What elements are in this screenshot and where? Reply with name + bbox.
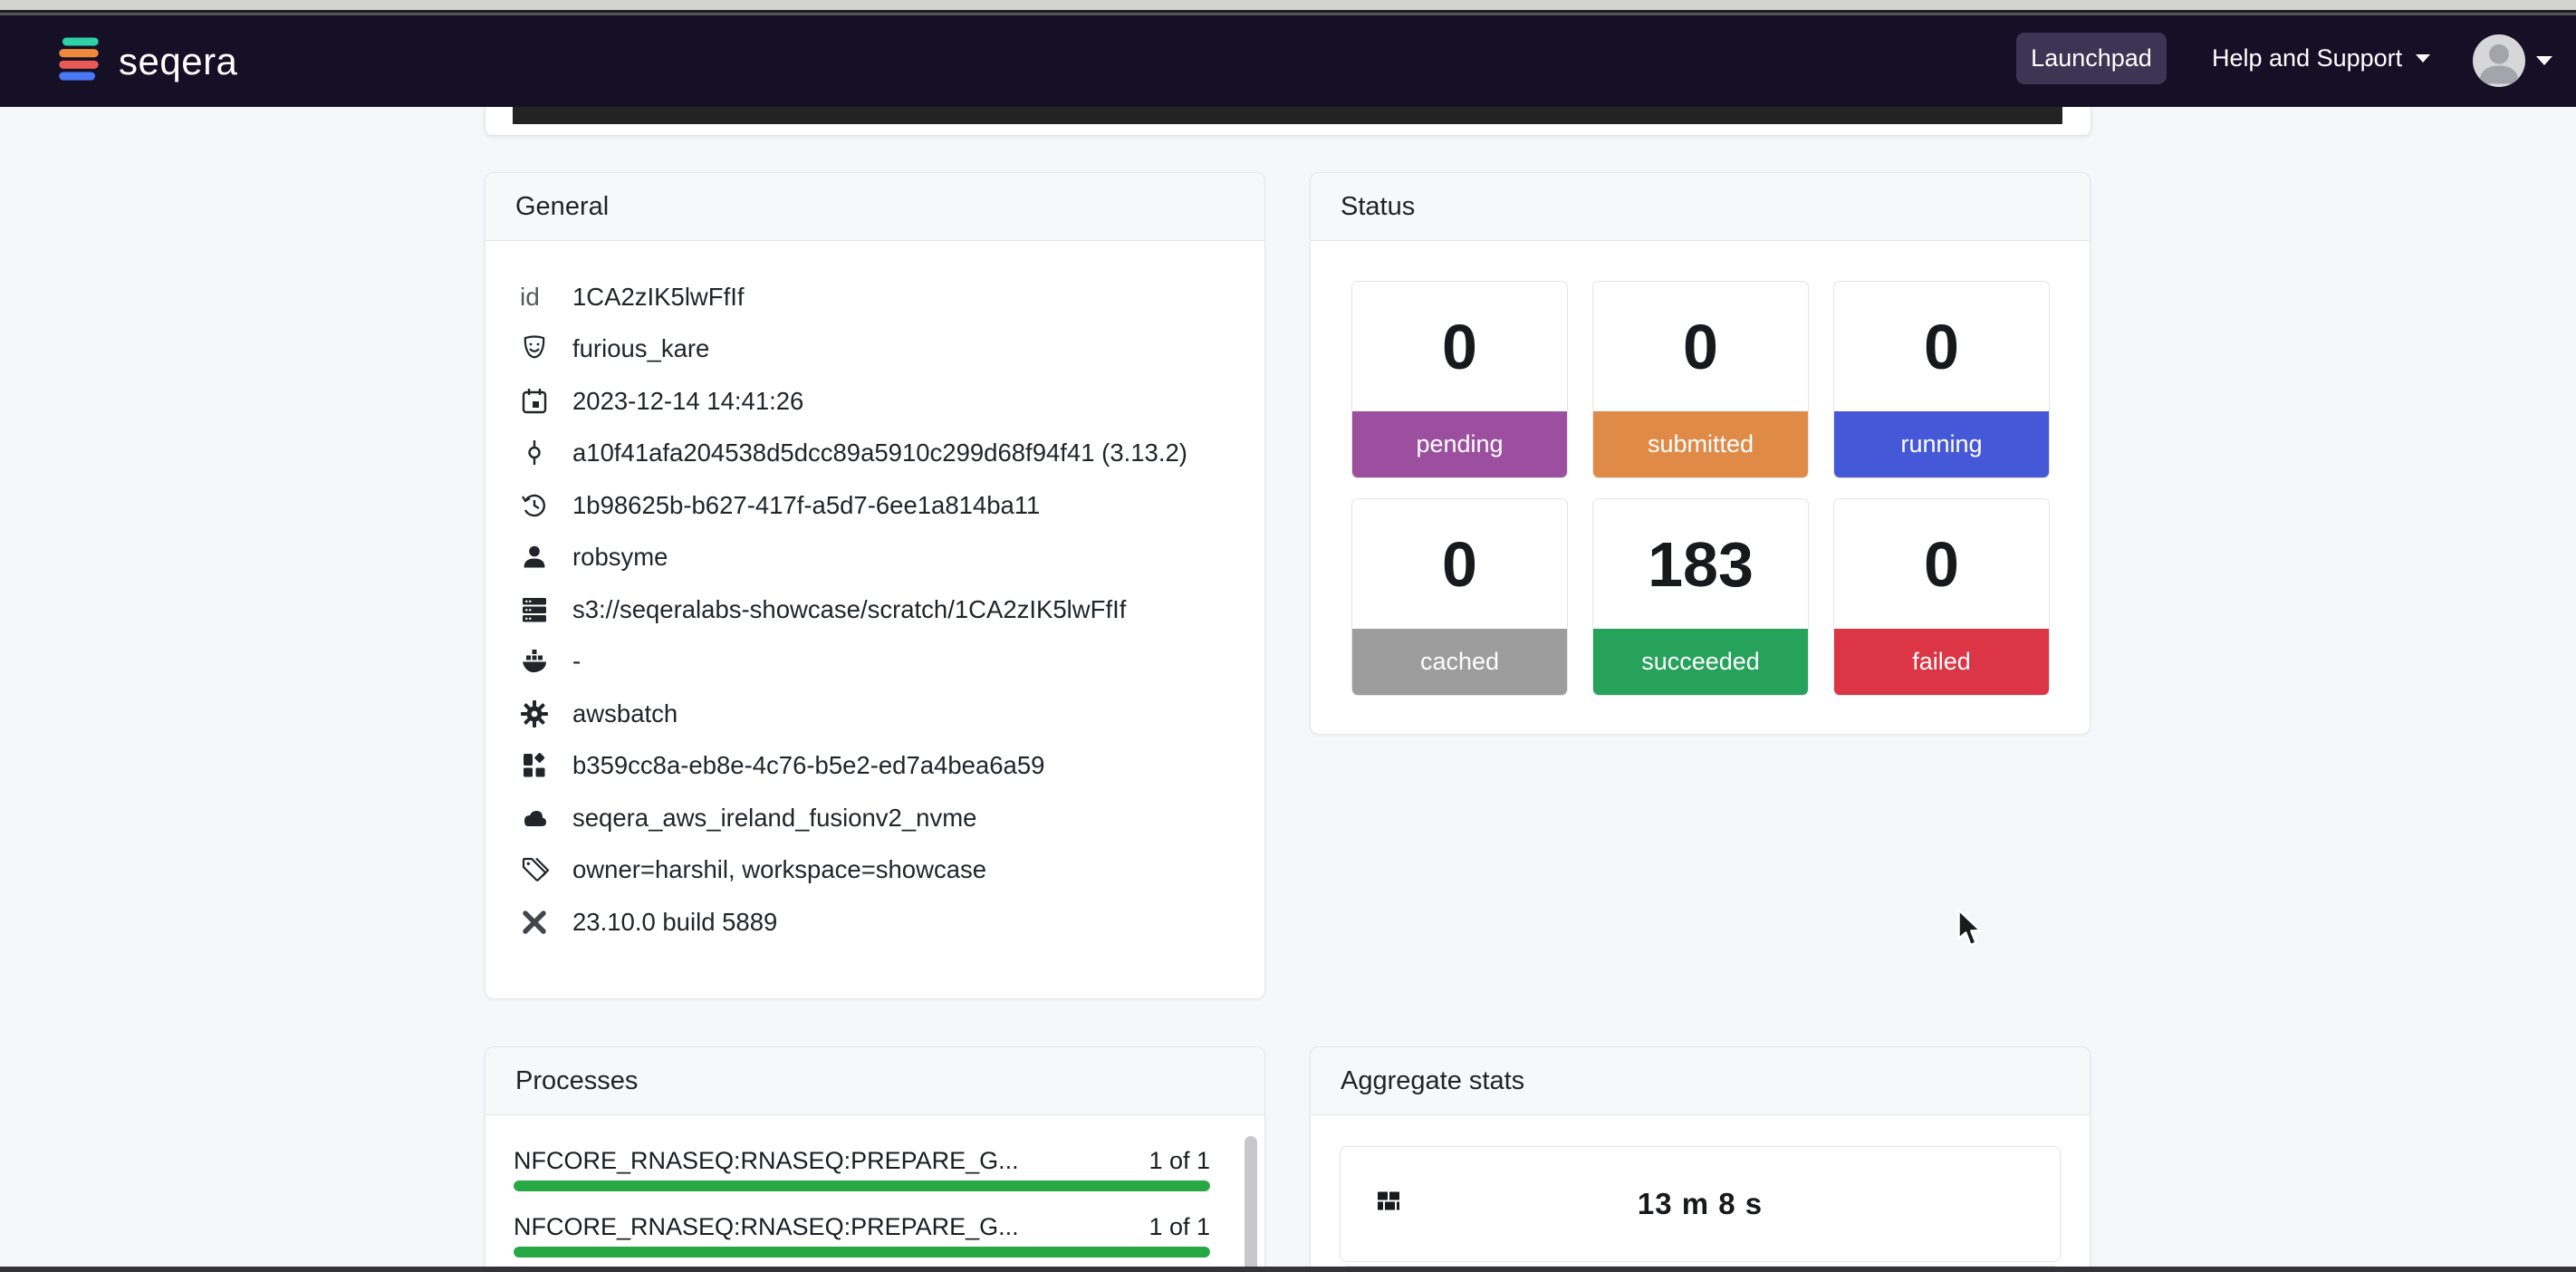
user-icon	[520, 543, 549, 572]
general-row-workdir: s3://seqeralabs-showcase/scratch/1CA2zIK…	[520, 583, 1237, 636]
avatar	[2473, 34, 2525, 87]
status-label: submitted	[1593, 411, 1808, 477]
id-label: id	[520, 283, 549, 312]
status-card-running: 0 running	[1833, 281, 2050, 478]
git-commit-icon	[520, 438, 549, 467]
nextflow-icon	[520, 908, 549, 937]
general-row-labels: owner=harshil, workspace=showcase	[520, 844, 1237, 897]
processes-panel: Processes NFCORE_RNASEQ:RNASEQ:PREPARE_G…	[485, 1046, 1265, 1272]
status-panel: Status 0 pending 0 submitted 0 running 0…	[1310, 172, 2091, 735]
run-name-value: furious_kare	[572, 334, 709, 363]
workdir-value: s3://seqeralabs-showcase/scratch/1CA2zIK…	[572, 595, 1126, 624]
tags-icon	[520, 855, 549, 884]
status-count: 0	[1352, 499, 1567, 629]
walltime-stat-card: 13 m 8 s	[1340, 1146, 2061, 1262]
window-edge-strip	[0, 0, 2576, 10]
status-label: pending	[1352, 411, 1567, 477]
process-item: NFCORE_RNASEQ:RNASEQ:PREPARE_G... 1 of 1	[514, 1147, 1210, 1191]
general-row-session: 1b98625b-b627-417f-a5d7-6ee1a814ba11	[520, 479, 1237, 532]
status-count: 0	[1834, 499, 2049, 629]
status-label: cached	[1352, 629, 1567, 695]
status-card-pending: 0 pending	[1351, 281, 1568, 478]
top-navbar: seqera Launchpad Help and Support	[0, 15, 2576, 107]
container-value: -	[572, 647, 581, 676]
labels-value: owner=harshil, workspace=showcase	[572, 855, 986, 884]
launchpad-button[interactable]: Launchpad	[2016, 33, 2167, 84]
user-silhouette-icon	[2473, 34, 2525, 87]
general-row-container: -	[520, 636, 1237, 689]
process-progress-fill	[514, 1247, 1210, 1258]
process-count: 1 of 1	[1149, 1213, 1210, 1241]
help-and-support-label: Help and Support	[2212, 44, 2402, 72]
general-row-compute-env-id: b359cc8a-eb8e-4c76-b5e2-ed7a4bea6a59	[520, 740, 1237, 793]
docker-icon	[520, 647, 549, 676]
session-id-value: 1b98625b-b627-417f-a5d7-6ee1a814ba11	[572, 491, 1040, 520]
chevron-down-icon	[2536, 56, 2552, 65]
process-item: NFCORE_RNASEQ:RNASEQ:PREPARE_G... 1 of 1	[514, 1213, 1210, 1258]
compute-env-name-value: seqera_aws_ireland_fusionv2_nvme	[572, 804, 976, 833]
general-row-compute-env: seqera_aws_ireland_fusionv2_nvme	[520, 792, 1237, 844]
history-icon	[520, 491, 549, 520]
general-row-user: robsyme	[520, 532, 1237, 584]
process-count: 1 of 1	[1149, 1147, 1210, 1175]
general-row-date: 2023-12-14 14:41:26	[520, 375, 1237, 428]
scrolled-log-card	[485, 107, 2091, 136]
process-progress-track	[514, 1247, 1210, 1258]
general-panel-header: General	[485, 173, 1264, 241]
status-count: 0	[1834, 282, 2049, 411]
process-name[interactable]: NFCORE_RNASEQ:RNASEQ:PREPARE_G...	[514, 1213, 1019, 1241]
mouse-cursor	[1956, 908, 1988, 956]
help-and-support-menu[interactable]: Help and Support	[2212, 33, 2430, 84]
user-menu[interactable]	[2473, 33, 2552, 89]
gear-icon	[520, 699, 549, 728]
seqera-logo-icon	[53, 33, 105, 90]
window-bottom-strip	[0, 1267, 2576, 1272]
status-count: 183	[1593, 499, 1808, 629]
shapes-icon	[520, 751, 549, 780]
compute-env-id-value: b359cc8a-eb8e-4c76-b5e2-ed7a4bea6a59	[572, 751, 1044, 780]
aggregate-stats-panel: Aggregate stats 13 m 8 s	[1310, 1046, 2091, 1272]
process-progress-track	[514, 1180, 1210, 1191]
processes-panel-header: Processes	[485, 1047, 1264, 1115]
masks-icon	[520, 334, 549, 363]
username-value: robsyme	[572, 543, 668, 572]
scrollbar-thumb[interactable]	[1245, 1136, 1257, 1272]
status-card-succeeded: 183 succeeded	[1592, 498, 1809, 696]
bricks-icon	[1374, 1188, 1403, 1221]
start-date-value: 2023-12-14 14:41:26	[572, 387, 803, 416]
general-row-runname: furious_kare	[520, 323, 1237, 376]
general-panel-body: id 1CA2zIK5lwFfIf furious_kare	[485, 241, 1264, 949]
calendar-icon	[520, 387, 549, 416]
status-panel-header: Status	[1311, 173, 2090, 241]
status-count: 0	[1352, 282, 1567, 411]
status-label: running	[1834, 411, 2049, 477]
status-card-cached: 0 cached	[1351, 498, 1568, 696]
status-count: 0	[1593, 282, 1808, 411]
nextflow-version-value: 23.10.0 build 5889	[572, 908, 777, 937]
general-row-id: id 1CA2zIK5lwFfIf	[520, 271, 1237, 323]
server-icon	[520, 595, 549, 624]
walltime-value: 13 m 8 s	[1341, 1187, 2060, 1221]
processes-list: NFCORE_RNASEQ:RNASEQ:PREPARE_G... 1 of 1…	[485, 1115, 1264, 1258]
process-progress-fill	[514, 1180, 1210, 1191]
commit-value: a10f41afa204538d5dcc89a5910c299d68f94f41…	[572, 438, 1187, 467]
run-id-value: 1CA2zIK5lwFfIf	[572, 283, 745, 312]
general-row-executor: awsbatch	[520, 688, 1237, 740]
chevron-down-icon	[2416, 54, 2430, 63]
general-panel: General id 1CA2zIK5lwFfIf furious_kare	[485, 172, 1265, 999]
general-row-nextflow-version: 23.10.0 build 5889	[520, 896, 1237, 949]
cloud-icon	[520, 804, 549, 833]
aggregate-stats-header: Aggregate stats	[1311, 1047, 2090, 1115]
brand-name: seqera	[119, 40, 237, 83]
executor-value: awsbatch	[572, 699, 678, 728]
status-label: succeeded	[1593, 629, 1808, 695]
general-row-commit: a10f41afa204538d5dcc89a5910c299d68f94f41…	[520, 428, 1237, 480]
seqera-logo[interactable]: seqera	[53, 15, 237, 107]
status-cards-grid: 0 pending 0 submitted 0 running 0 cached…	[1311, 241, 2090, 696]
terminal-strip	[513, 107, 2062, 124]
status-card-failed: 0 failed	[1833, 498, 2050, 696]
status-card-submitted: 0 submitted	[1592, 281, 1809, 478]
status-label: failed	[1834, 629, 2049, 695]
process-name[interactable]: NFCORE_RNASEQ:RNASEQ:PREPARE_G...	[514, 1147, 1019, 1175]
